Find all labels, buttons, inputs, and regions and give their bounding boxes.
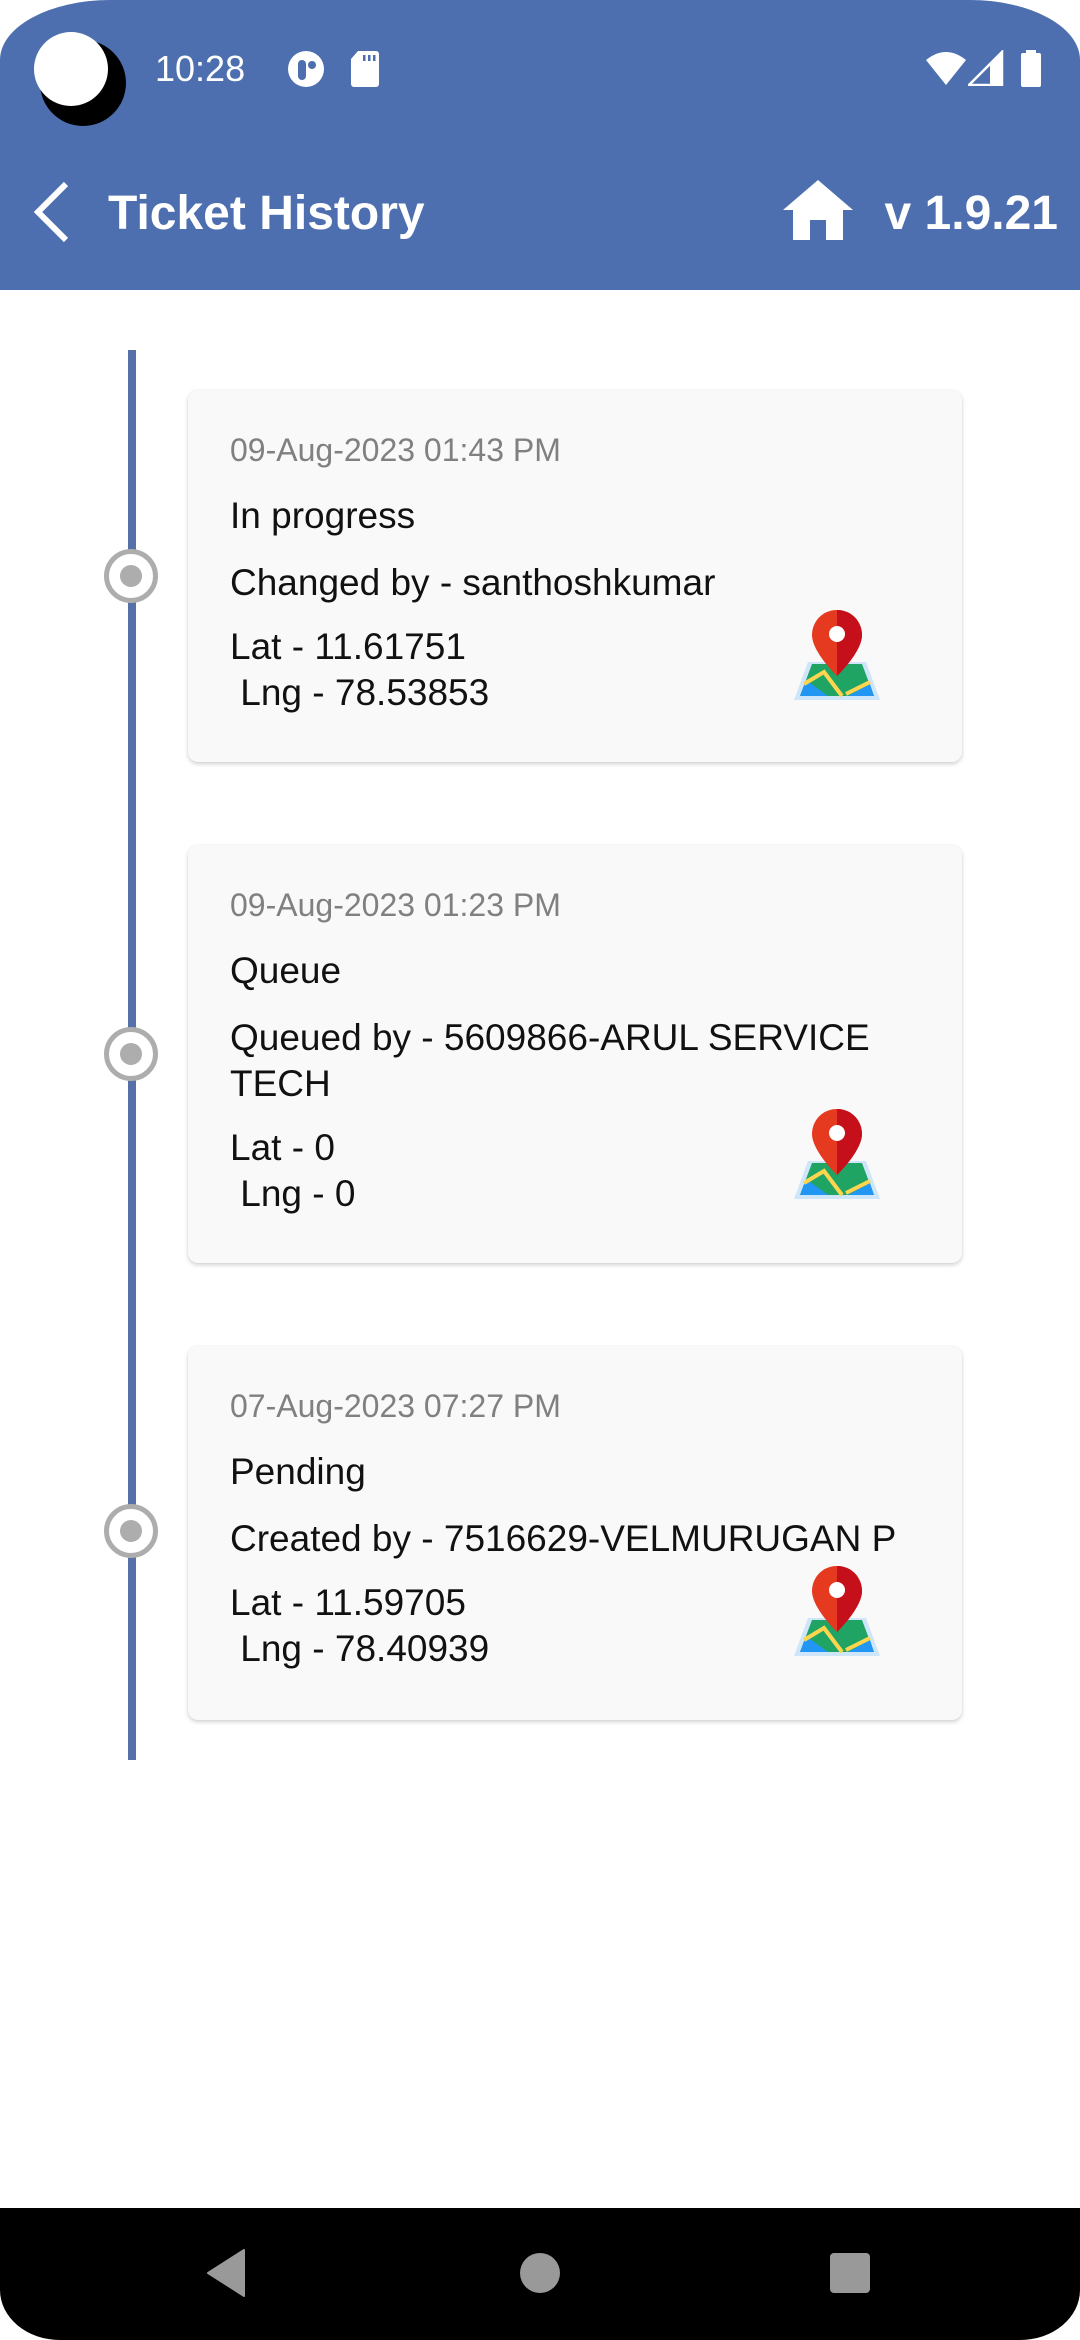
- history-status: Pending: [230, 1451, 366, 1492]
- nav-recents-icon: [830, 2253, 870, 2293]
- history-date: 09-Aug-2023 01:23 PM: [230, 887, 561, 923]
- cell-signal-icon: [968, 50, 1004, 86]
- notification-app-icon: [288, 51, 324, 87]
- page-title: Ticket History: [108, 187, 425, 240]
- history-actor: Created by - 7516629-VELMURUGAN P: [230, 1518, 897, 1559]
- app-version: v 1.9.21: [884, 187, 1058, 240]
- timeline-node: [104, 1027, 158, 1081]
- history-card: 09-Aug-2023 01:43 PM In progress Changed…: [188, 390, 962, 762]
- map-pin-icon: [794, 610, 880, 700]
- system-nav-bar: [0, 2208, 1080, 2340]
- nav-recents-button[interactable]: [800, 2238, 900, 2308]
- history-card: 09-Aug-2023 01:23 PM Queue Queued by - 5…: [188, 845, 962, 1263]
- open-map-button[interactable]: [790, 1564, 884, 1658]
- timeline-node-dot: [120, 1043, 142, 1065]
- history-date: 09-Aug-2023 01:43 PM: [230, 432, 561, 468]
- status-time: 10:28: [155, 48, 246, 89]
- nav-back-icon: [207, 2249, 245, 2297]
- open-map-button[interactable]: [790, 1107, 884, 1201]
- timeline-node: [104, 1504, 158, 1558]
- nav-home-button[interactable]: [490, 2238, 590, 2308]
- history-date: 07-Aug-2023 07:27 PM: [230, 1388, 561, 1424]
- history-card: 07-Aug-2023 07:27 PM Pending Created by …: [188, 1346, 962, 1720]
- status-bar: 10:28: [0, 0, 1080, 126]
- map-pin-icon: [794, 1109, 880, 1199]
- history-status: Queue: [230, 950, 342, 991]
- timeline-node-dot: [120, 1520, 142, 1542]
- wifi-icon: [926, 52, 966, 85]
- camera-cutout: [34, 32, 108, 106]
- map-pin-icon: [794, 1566, 880, 1656]
- history-status: In progress: [230, 495, 416, 536]
- toolbar: Ticket History v 1.9.21: [0, 120, 1080, 290]
- timeline-node-dot: [120, 565, 142, 587]
- home-button[interactable]: [782, 178, 854, 244]
- battery-icon: [1021, 50, 1041, 87]
- history-actor: Changed by - santhoshkumar: [230, 562, 716, 603]
- app-header: 10:28 Ticket History v 1.9.21: [0, 0, 1080, 290]
- sd-card-icon: [351, 51, 379, 87]
- timeline-node: [104, 549, 158, 603]
- nav-home-icon: [520, 2253, 560, 2293]
- back-button[interactable]: [22, 172, 82, 252]
- home-icon: [783, 180, 853, 240]
- chevron-left-icon: [33, 181, 69, 243]
- nav-back-button[interactable]: [176, 2238, 276, 2308]
- open-map-button[interactable]: [790, 608, 884, 702]
- history-actor: Queued by - 5609866-ARUL SERVICE TECH: [230, 1017, 870, 1104]
